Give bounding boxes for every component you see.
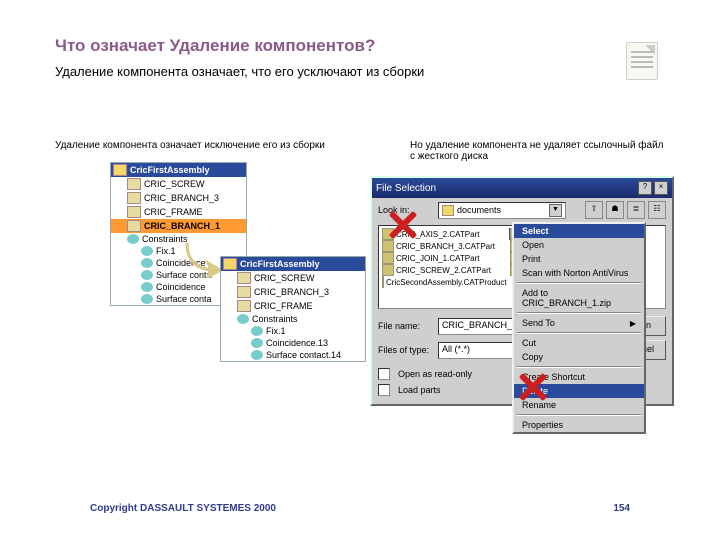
menu-item[interactable]: Add to CRIC_BRANCH_1.zip (514, 286, 644, 310)
new-folder-icon[interactable]: ☗ (606, 201, 624, 219)
tree-root[interactable]: CricFirstAssembly (111, 163, 246, 177)
note-icon (626, 42, 658, 80)
tree-label: CRIC_FRAME (254, 301, 313, 311)
chevron-down-icon[interactable]: ▼ (549, 204, 562, 217)
file-name: CRIC_JOIN_1.CATPart (396, 254, 479, 263)
file-icon (382, 252, 394, 264)
tree-label: Constraints (252, 314, 298, 324)
menu-separator (517, 414, 641, 416)
tree-label: CricFirstAssembly (130, 165, 210, 175)
list-item[interactable]: CRIC_BRANCH_3.CATPart (381, 240, 501, 252)
dialog-titlebar[interactable]: File Selection ? × (372, 178, 672, 198)
tree-item[interactable]: CRIC_SCREW (221, 271, 365, 285)
menu-item-delete[interactable]: Delete (514, 384, 644, 398)
tree-root[interactable]: CricFirstAssembly (221, 257, 365, 271)
page-title: Что означает Удаление компонентов? (55, 36, 375, 56)
tree-item[interactable]: CRIC_SCREW (111, 177, 246, 191)
menu-item-sendto[interactable]: Send To▶ (514, 316, 644, 330)
menu-separator (517, 332, 641, 334)
page-subtitle: Удаление компонента означает, что его ус… (55, 64, 424, 79)
file-icon (382, 240, 394, 252)
menu-separator (517, 282, 641, 284)
menu-item[interactable]: Scan with Norton AntiVirus (514, 266, 644, 280)
up-folder-icon[interactable]: ⇧ (585, 201, 603, 219)
tree-item[interactable]: CRIC_FRAME (221, 299, 365, 313)
open-readonly-checkbox[interactable] (378, 368, 390, 380)
folder-icon (442, 205, 454, 216)
filename-label: File name: (378, 321, 434, 331)
close-button[interactable]: × (654, 181, 668, 195)
menu-item[interactable]: Copy (514, 350, 644, 364)
file-name: CRIC_AXIS_2.CATPart (396, 230, 479, 239)
file-icon (382, 228, 394, 240)
arrow-icon (182, 238, 222, 278)
tree-constraint[interactable]: Coincidence.13 (221, 337, 365, 349)
caption-left: Удаление компонента означает исключение … (55, 140, 325, 151)
tree-label: Constraints (142, 234, 188, 244)
tree-label: CRIC_BRANCH_3 (144, 193, 219, 203)
tree-label: Surface conta (156, 294, 212, 304)
page-number: 154 (613, 503, 630, 514)
tree-constraint[interactable]: Fix.1 (221, 325, 365, 337)
context-menu: Select Open Print Scan with Norton AntiV… (512, 222, 646, 434)
tree-item[interactable]: CRIC_BRANCH_3 (221, 285, 365, 299)
tree-label: CRIC_FRAME (144, 207, 203, 217)
menu-item[interactable]: Create Shortcut (514, 370, 644, 384)
tree-label: CRIC_SCREW (254, 273, 315, 283)
list-item[interactable]: CRIC_AXIS_2.CATPart (381, 228, 501, 240)
file-name: CRIC_SCREW_2.CATPart (396, 266, 491, 275)
menu-item[interactable]: Cut (514, 336, 644, 350)
tree-label: CricFirstAssembly (240, 259, 320, 269)
filetype-label: Files of type: (378, 345, 434, 355)
file-name: CricSecondAssembly.CATProduct (386, 278, 507, 287)
menu-header: Select (514, 224, 644, 238)
tree-constraints[interactable]: Constraints (111, 233, 246, 245)
menu-separator (517, 312, 641, 314)
file-icon (382, 264, 394, 276)
caption-right: Но удаление компонента не удаляет ссылоч… (410, 140, 670, 162)
file-icon (382, 276, 384, 288)
load-parts-label: Load parts (398, 385, 441, 395)
dialog-title: File Selection (376, 183, 436, 194)
menu-item[interactable]: Print (514, 252, 644, 266)
help-button[interactable]: ? (638, 181, 652, 195)
tree-label: Fix.1 (156, 246, 176, 256)
list-item[interactable]: CricSecondAssembly.CATProduct (381, 276, 501, 288)
open-readonly-label: Open as read-only (398, 369, 472, 379)
tree-label: CRIC_BRANCH_3 (254, 287, 329, 297)
assembly-tree-after: CricFirstAssembly CRIC_SCREW CRIC_BRANCH… (220, 256, 366, 362)
lookin-label: Look in: (378, 205, 434, 215)
tree-label: Fix.1 (266, 326, 286, 336)
file-name: CRIC_BRANCH_3.CATPart (396, 242, 495, 251)
menu-item[interactable]: Open (514, 238, 644, 252)
tree-item[interactable]: CRIC_BRANCH_3 (111, 191, 246, 205)
list-item[interactable]: CRIC_SCREW_2.CATPart (381, 264, 501, 276)
menu-item[interactable]: Properties (514, 418, 644, 432)
list-view-icon[interactable]: ≣ (627, 201, 645, 219)
tree-item-selected[interactable]: CRIC_BRANCH_1 (111, 219, 246, 233)
lookin-combo[interactable]: documents ▼ (438, 202, 566, 219)
details-view-icon[interactable]: ☷ (648, 201, 666, 219)
menu-item[interactable]: Rename (514, 398, 644, 412)
list-item[interactable]: CRIC_JOIN_1.CATPart (381, 252, 501, 264)
copyright: Copyright DASSAULT SYSTEMES 2000 (90, 503, 276, 514)
tree-constraint[interactable]: Surface contact.14 (221, 349, 365, 361)
chevron-right-icon: ▶ (630, 319, 636, 328)
menu-separator (517, 366, 641, 368)
tree-label: Surface contact.14 (266, 350, 341, 360)
lookin-value: documents (457, 205, 501, 215)
tree-label: CRIC_BRANCH_1 (144, 221, 220, 231)
tree-label: CRIC_SCREW (144, 179, 205, 189)
tree-constraints[interactable]: Constraints (221, 313, 365, 325)
tree-label: Coincidence (156, 282, 206, 292)
tree-label: Coincidence.13 (266, 338, 328, 348)
tree-item[interactable]: CRIC_FRAME (111, 205, 246, 219)
load-parts-checkbox[interactable] (378, 384, 390, 396)
